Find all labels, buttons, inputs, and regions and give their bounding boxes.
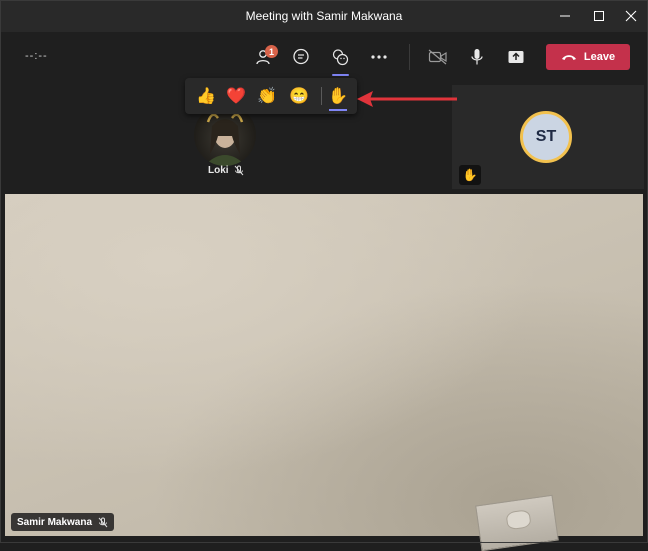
chat-icon bbox=[293, 48, 309, 65]
avatar-st: ST bbox=[520, 111, 572, 163]
camera-off-icon bbox=[428, 49, 447, 65]
clapping-hands-icon: 👏 bbox=[257, 88, 277, 105]
maximize-button[interactable] bbox=[583, 0, 615, 32]
reactions-divider bbox=[321, 87, 322, 105]
main-video bbox=[5, 194, 643, 536]
microphone-button[interactable] bbox=[462, 42, 492, 72]
leave-button[interactable]: Leave bbox=[546, 44, 630, 70]
minimize-icon bbox=[560, 15, 570, 17]
reactions-icon bbox=[332, 49, 349, 66]
microphone-icon bbox=[471, 49, 483, 65]
avatar-initials: ST bbox=[535, 128, 557, 145]
participant-label-main: Samir Makwana bbox=[11, 513, 115, 531]
heart-icon: ❤️ bbox=[226, 88, 246, 105]
heart-reaction-button[interactable]: ❤️ bbox=[224, 84, 248, 108]
laugh-reaction-button[interactable]: 😁 bbox=[287, 84, 311, 108]
toolbar-divider bbox=[409, 44, 410, 70]
video-socket-face bbox=[505, 509, 532, 531]
raise-hand-active-indicator bbox=[329, 109, 347, 111]
grinning-face-icon: 😁 bbox=[289, 88, 309, 105]
raised-hand-icon: ✋ bbox=[328, 88, 348, 105]
like-reaction-button[interactable]: 👍 bbox=[194, 84, 218, 108]
leave-label: Leave bbox=[583, 51, 616, 63]
more-options-button[interactable] bbox=[364, 42, 394, 72]
hang-up-icon bbox=[561, 55, 576, 60]
raised-hand-icon: ✋ bbox=[462, 168, 478, 182]
participant-name: Samir Makwana bbox=[17, 516, 93, 528]
participant-name: Loki bbox=[208, 165, 229, 176]
participants-button[interactable]: 1 bbox=[250, 42, 280, 72]
participants-badge: 1 bbox=[265, 45, 278, 58]
minimize-button[interactable] bbox=[549, 0, 581, 32]
applause-reaction-button[interactable]: 👏 bbox=[255, 84, 279, 108]
close-icon bbox=[625, 10, 637, 22]
annotation-arrow bbox=[357, 91, 457, 107]
raise-hand-button[interactable]: ✋ bbox=[326, 84, 350, 108]
window-title: Meeting with Samir Makwana bbox=[245, 9, 403, 23]
chat-button[interactable] bbox=[286, 42, 316, 72]
meeting-timer: --:-- bbox=[25, 50, 48, 62]
more-icon bbox=[371, 55, 387, 59]
camera-button[interactable] bbox=[423, 42, 453, 72]
reactions-active-indicator bbox=[332, 74, 349, 76]
raised-hand-indicator: ✋ bbox=[459, 165, 481, 185]
reactions-menu: 👍 ❤️ 👏 😁 ✋ bbox=[185, 78, 357, 114]
mic-muted-icon bbox=[234, 165, 243, 176]
thumbs-up-icon: 👍 bbox=[196, 88, 216, 105]
reactions-button[interactable] bbox=[325, 42, 355, 76]
maximize-icon bbox=[594, 11, 604, 21]
close-button[interactable] bbox=[615, 0, 647, 32]
participant-label-loki: Loki bbox=[208, 165, 244, 176]
share-screen-button[interactable] bbox=[501, 42, 531, 72]
share-icon bbox=[508, 51, 524, 63]
mic-muted-icon bbox=[98, 517, 108, 527]
